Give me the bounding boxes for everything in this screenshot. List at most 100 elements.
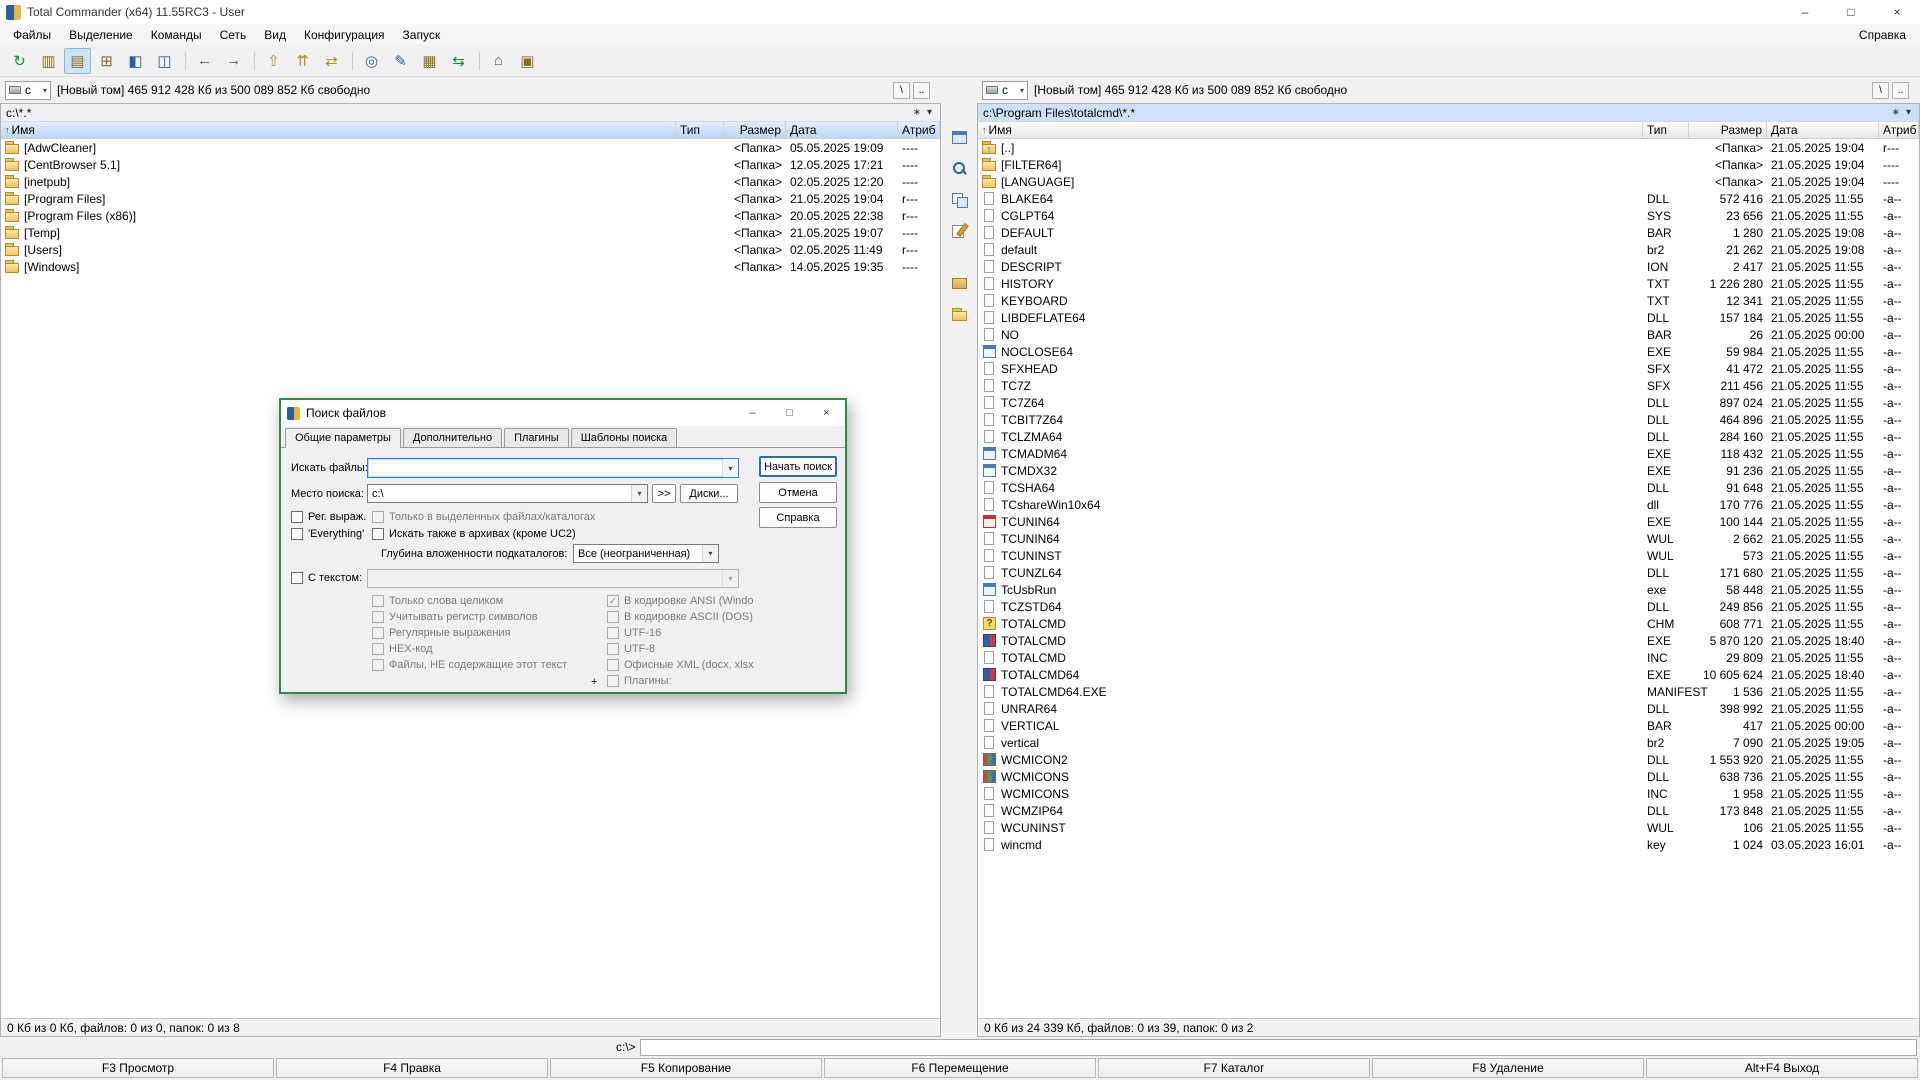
menu-item[interactable]: Файлы <box>4 26 60 44</box>
toolbar-button[interactable]: ↻ <box>6 48 33 74</box>
dialog-maximize-button[interactable]: □ <box>771 400 808 426</box>
text-option-checkbox[interactable]: В кодировке ASCII (DOS) <box>607 609 754 625</box>
file-row[interactable]: LIBDEFLATE64 DLL 157 184 21.05.2025 11:5… <box>978 309 1919 326</box>
middle-button[interactable] <box>948 304 970 324</box>
file-row[interactable]: WCMICON2 DLL 1 553 920 21.05.2025 11:55 … <box>978 751 1919 768</box>
toolbar-button[interactable]: ⇄ <box>318 48 345 74</box>
left-path-bar[interactable]: c:\*.* ∗ ▾ <box>1 104 940 122</box>
dialog-tab[interactable]: Дополнительно <box>403 428 502 447</box>
file-row[interactable]: [CentBrowser 5.1] <Папка> 12.05.2025 17:… <box>1 156 940 173</box>
menu-item[interactable]: Выделение <box>60 26 142 44</box>
file-row[interactable]: DESCRIPT ION 2 417 21.05.2025 11:55 -a-- <box>978 258 1919 275</box>
file-row[interactable]: TC7Z SFX 211 456 21.05.2025 11:55 -a-- <box>978 377 1919 394</box>
file-row[interactable]: SFXHEAD SFX 41 472 21.05.2025 11:55 -a-- <box>978 360 1919 377</box>
drives-button[interactable]: Диски... <box>680 484 738 503</box>
selected-only-checkbox[interactable]: Только в выделенных файлах/каталогах <box>372 511 595 523</box>
column-header-date[interactable]: Дата <box>786 122 898 138</box>
middle-button[interactable] <box>948 220 970 240</box>
search-in-combo[interactable]: c:\ ▾ <box>367 484 648 503</box>
cancel-button[interactable]: Отмена <box>759 482 837 503</box>
function-key-button[interactable]: F3 Просмотр <box>2 1058 274 1078</box>
file-row[interactable]: TCUNIN64 WUL 2 662 21.05.2025 11:55 -a-- <box>978 530 1919 547</box>
menu-item[interactable]: Запуск <box>394 26 450 44</box>
toolbar-button[interactable]: ⊞ <box>93 48 120 74</box>
function-key-button[interactable]: F5 Копирование <box>550 1058 822 1078</box>
left-drive-combo[interactable]: c ▾ <box>5 81 51 100</box>
column-header-type[interactable]: Тип <box>676 122 724 138</box>
chevron-down-icon[interactable]: ▾ <box>722 459 738 477</box>
file-row[interactable]: CGLPT64 SYS 23 656 21.05.2025 11:55 -a-- <box>978 207 1919 224</box>
root-dir-button[interactable]: \ <box>1872 82 1889 99</box>
file-row[interactable]: [Temp] <Папка> 21.05.2025 19:07 ---- <box>1 224 940 241</box>
toolbar-button[interactable]: ▣ <box>514 48 541 74</box>
file-row[interactable]: WCMICONS DLL 638 736 21.05.2025 11:55 -a… <box>978 768 1919 785</box>
text-option-checkbox[interactable]: UTF-16 <box>607 625 754 641</box>
file-row[interactable]: NO BAR 26 21.05.2025 00:00 -a-- <box>978 326 1919 343</box>
file-row[interactable]: TCBIT7Z64 DLL 464 896 21.05.2025 11:55 -… <box>978 411 1919 428</box>
history-chevron-icon[interactable]: ▾ <box>924 107 935 118</box>
help-button[interactable]: Справка <box>759 507 837 528</box>
dialog-tab[interactable]: Шаблоны поиска <box>571 428 678 447</box>
toolbar-button[interactable]: ⌂ <box>485 48 512 74</box>
function-key-button[interactable]: F8 Удаление <box>1372 1058 1644 1078</box>
file-row[interactable]: DEFAULT BAR 1 280 21.05.2025 19:08 -a-- <box>978 224 1919 241</box>
start-search-button[interactable]: Начать поиск <box>759 456 837 477</box>
column-header-name[interactable]: ↑Имя <box>1 122 676 138</box>
toolbar-button[interactable]: ▥ <box>35 48 62 74</box>
column-header-size[interactable]: Размер <box>724 122 786 138</box>
menu-item-help[interactable]: Справка <box>1849 26 1916 44</box>
function-key-button[interactable]: F4 Правка <box>276 1058 548 1078</box>
file-row[interactable]: KEYBOARD TXT 12 341 21.05.2025 11:55 -a-… <box>978 292 1919 309</box>
middle-button[interactable] <box>948 127 970 147</box>
expand-path-button[interactable]: >> <box>652 484 676 503</box>
file-row[interactable]: [Windows] <Папка> 14.05.2025 19:35 ---- <box>1 258 940 275</box>
regex-checkbox[interactable]: Рег. выраж. <box>291 511 366 523</box>
middle-button[interactable] <box>948 189 970 209</box>
search-archives-checkbox[interactable]: Искать также в архивах (кроме UC2) <box>372 528 576 540</box>
dialog-tab[interactable]: Плагины <box>504 428 569 447</box>
text-option-checkbox[interactable]: Плагины: <box>607 673 754 689</box>
file-row[interactable]: TCLZMA64 DLL 284 160 21.05.2025 11:55 -a… <box>978 428 1919 445</box>
file-row[interactable]: wincmd key 1 024 03.05.2023 16:01 -a-- <box>978 836 1919 853</box>
column-header-date[interactable]: Дата <box>1767 122 1879 138</box>
history-chevron-icon[interactable]: ▾ <box>1903 107 1914 118</box>
root-dir-button[interactable]: \ <box>893 82 910 99</box>
function-key-button[interactable]: F7 Каталог <box>1098 1058 1370 1078</box>
maximize-button[interactable]: □ <box>1828 0 1874 24</box>
toolbar-button[interactable]: ◫ <box>151 48 178 74</box>
file-row[interactable]: TCMADM64 EXE 118 432 21.05.2025 11:55 -a… <box>978 445 1919 462</box>
function-key-button[interactable]: F6 Перемещение <box>824 1058 1096 1078</box>
file-row[interactable]: WCUNINST WUL 106 21.05.2025 11:55 -a-- <box>978 819 1919 836</box>
toolbar-button[interactable]: ✎ <box>387 48 414 74</box>
text-option-checkbox[interactable]: Регулярные выражения <box>372 625 567 641</box>
toolbar-button[interactable]: ◎ <box>358 48 385 74</box>
text-option-checkbox[interactable]: Офисные XML (docx, xlsx <box>607 657 754 673</box>
file-row[interactable]: TOTALCMD INC 29 809 21.05.2025 11:55 -a-… <box>978 649 1919 666</box>
everything-checkbox[interactable]: 'Everything' <box>291 528 364 540</box>
middle-button[interactable] <box>948 158 970 178</box>
menu-item[interactable]: Сеть <box>211 26 256 44</box>
file-row[interactable]: [FILTER64] <Папка> 21.05.2025 19:04 ---- <box>978 156 1919 173</box>
chevron-down-icon[interactable]: ▾ <box>702 545 718 562</box>
file-row[interactable]: vertical br2 7 090 21.05.2025 19:05 -a-- <box>978 734 1919 751</box>
toolbar-button[interactable]: → <box>220 48 247 74</box>
favorites-icon[interactable]: ∗ <box>910 107 924 118</box>
close-button[interactable]: × <box>1874 0 1920 24</box>
function-key-button[interactable]: Alt+F4 Выход <box>1646 1058 1918 1078</box>
column-header-attr[interactable]: Атриб <box>898 122 940 138</box>
file-row[interactable]: [inetpub] <Папка> 02.05.2025 12:20 ---- <box>1 173 940 190</box>
text-option-checkbox[interactable]: HEX-код <box>372 641 567 657</box>
file-row[interactable]: [..] <Папка> 21.05.2025 19:04 r--- <box>978 139 1919 156</box>
file-row[interactable]: TOTALCMD64 EXE 10 605 624 21.05.2025 18:… <box>978 666 1919 683</box>
column-header-type[interactable]: Тип <box>1643 122 1689 138</box>
column-header-name[interactable]: ↑Имя <box>978 122 1643 138</box>
file-row[interactable]: TCUNIN64 EXE 100 144 21.05.2025 11:55 -a… <box>978 513 1919 530</box>
file-row[interactable]: WCMICONS INC 1 958 21.05.2025 11:55 -a-- <box>978 785 1919 802</box>
file-row[interactable]: HISTORY TXT 1 226 280 21.05.2025 11:55 -… <box>978 275 1919 292</box>
command-input[interactable] <box>640 1039 1917 1056</box>
dialog-close-button[interactable]: × <box>808 400 845 426</box>
file-row[interactable]: BLAKE64 DLL 572 416 21.05.2025 11:55 -a-… <box>978 190 1919 207</box>
column-header-size[interactable]: Размер <box>1689 122 1767 138</box>
toolbar-button[interactable]: ▦ <box>416 48 443 74</box>
toolbar-button[interactable]: ⇈ <box>289 48 316 74</box>
